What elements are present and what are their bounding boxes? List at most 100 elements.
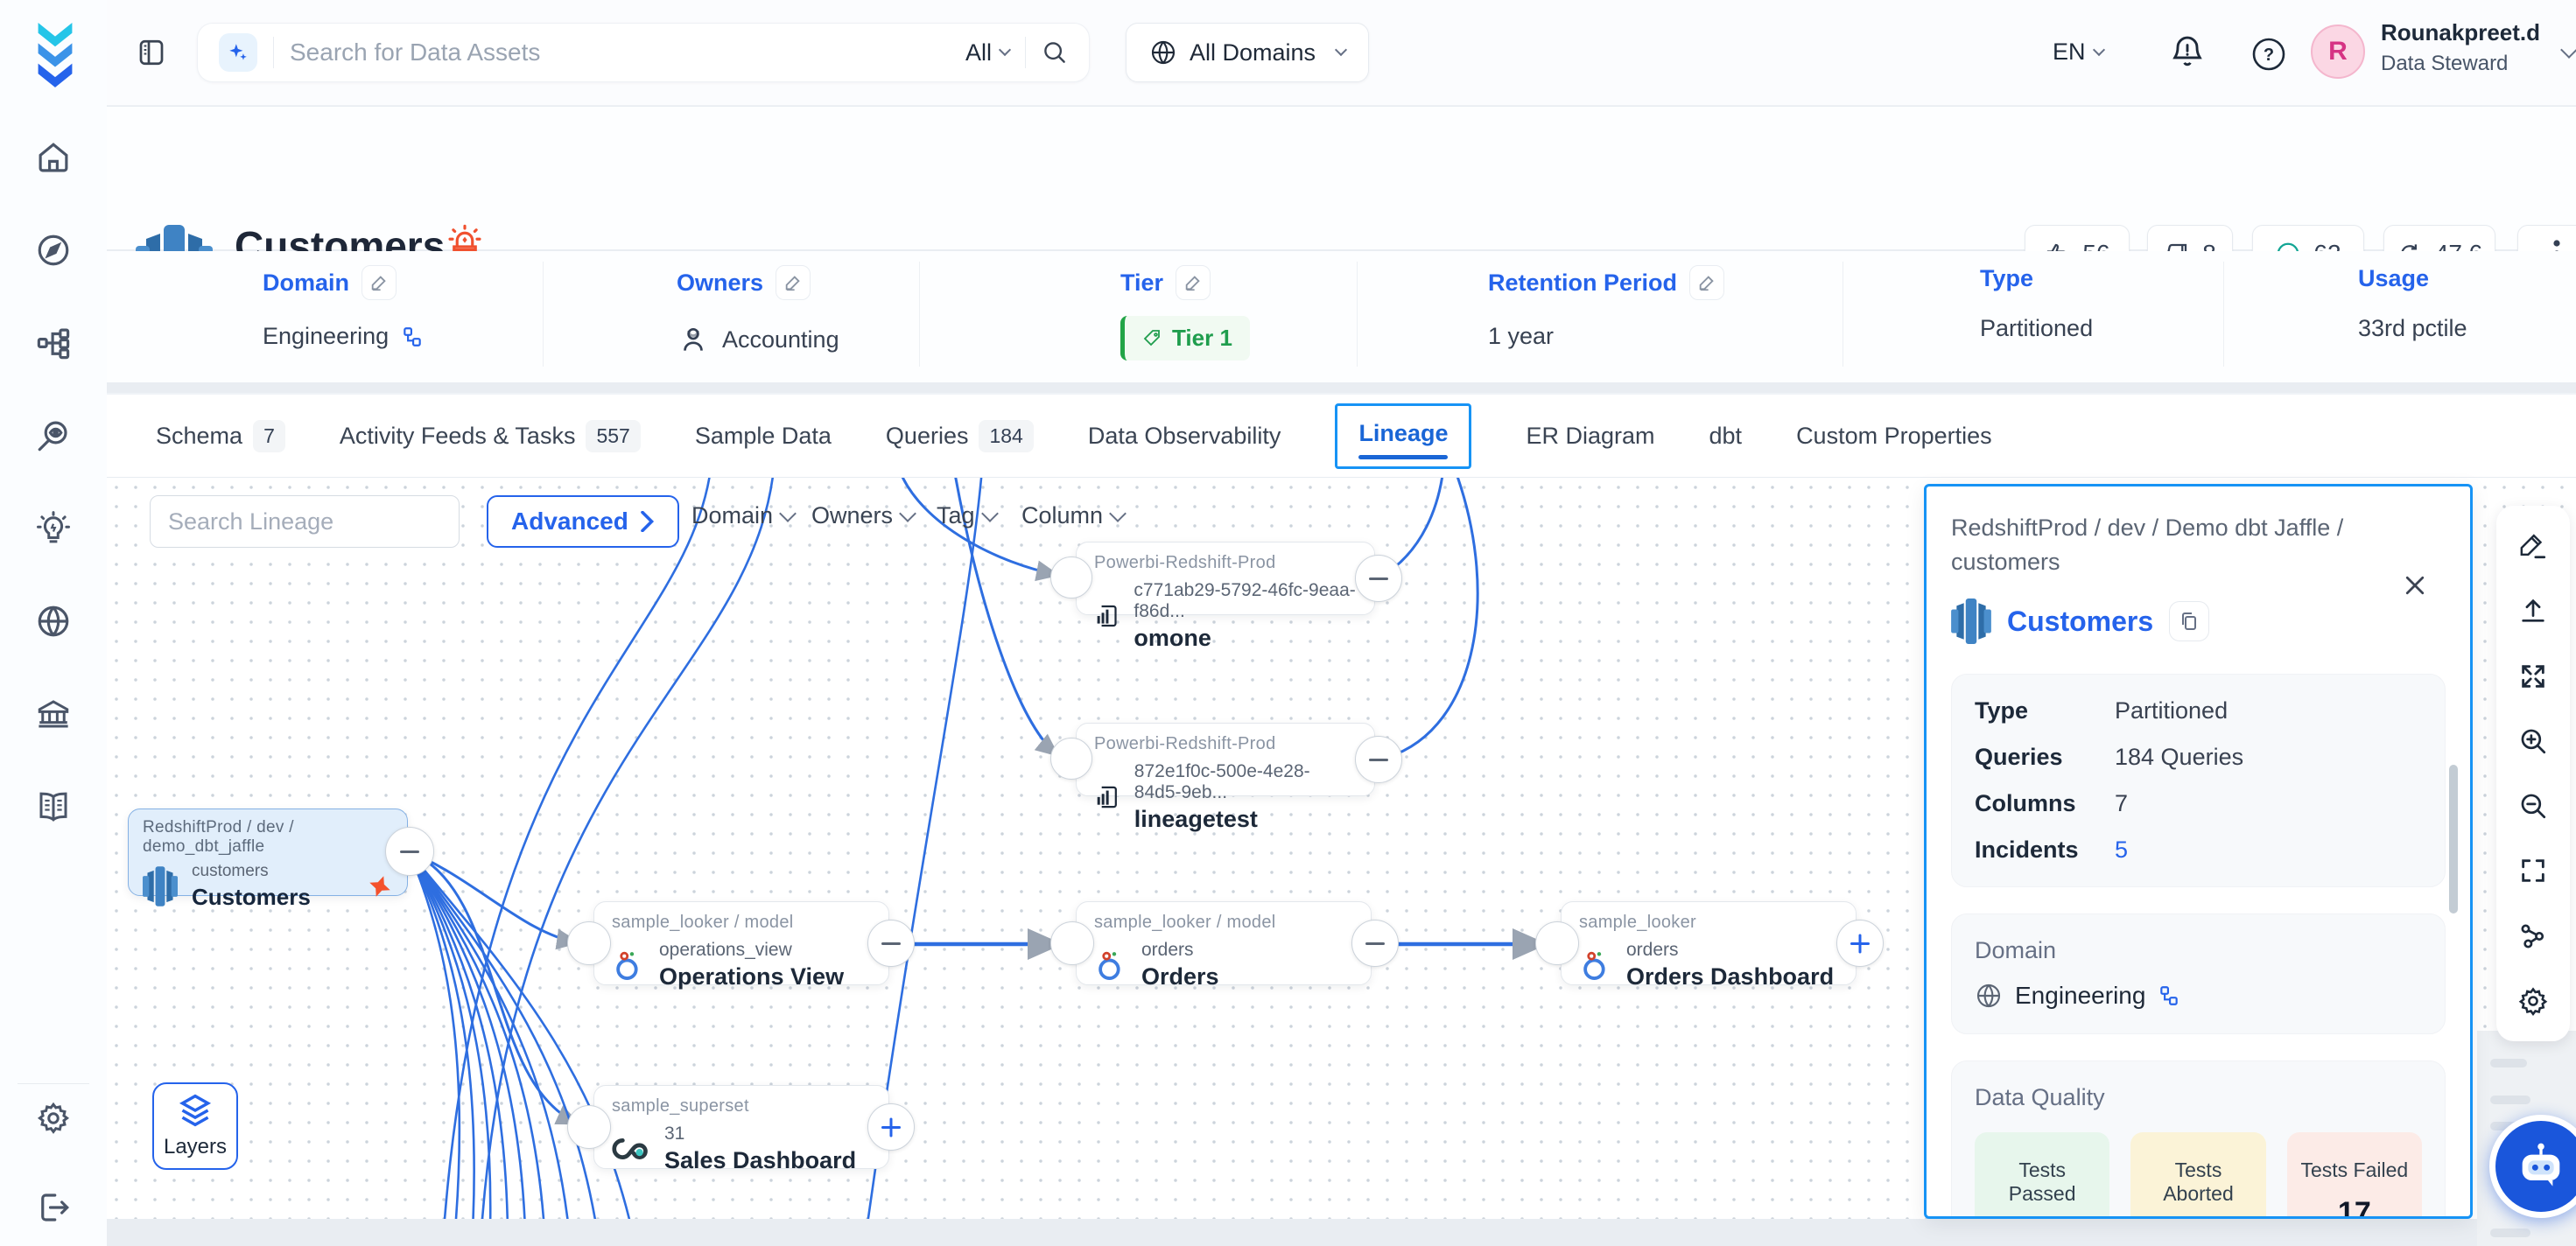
tab-queries[interactable]: Queries184 — [886, 420, 1034, 452]
global-search[interactable]: All — [197, 23, 1090, 82]
panel-scrollbar[interactable] — [2449, 765, 2458, 914]
edit-owners-icon[interactable] — [776, 265, 811, 300]
lineage-search[interactable] — [150, 495, 460, 548]
tab-dbt[interactable]: dbt — [1709, 423, 1743, 450]
owners-value[interactable]: Accounting — [722, 326, 839, 354]
nav-explore-icon[interactable] — [34, 231, 73, 270]
node-left-handle[interactable] — [567, 1105, 611, 1149]
nav-settings-icon[interactable] — [34, 1099, 73, 1138]
copy-icon[interactable] — [2169, 601, 2209, 641]
edit-lineage-icon[interactable] — [2517, 530, 2549, 562]
lineage-config-icon[interactable] — [2517, 920, 2549, 952]
domain-value[interactable]: Engineering — [263, 323, 389, 350]
lineage-node-orders-dashboard[interactable]: sample_looker orders Orders Dashboard — [1561, 901, 1857, 985]
svg-text:?: ? — [2264, 46, 2274, 65]
help-icon[interactable]: ? — [2251, 37, 2286, 72]
global-search-input[interactable] — [290, 38, 950, 66]
export-lineage-icon[interactable] — [2517, 595, 2549, 626]
layers-button[interactable]: Layers — [152, 1082, 238, 1170]
user-menu[interactable]: Rounakpreet.d Data Steward — [2381, 19, 2540, 76]
tier-badge[interactable]: Tier 1 — [1120, 316, 1250, 360]
tag-filter-dropdown[interactable]: Tag — [937, 502, 996, 529]
all-domains-dropdown[interactable]: All Domains — [1126, 23, 1369, 82]
collapse-handle[interactable] — [867, 920, 915, 967]
language-dropdown[interactable]: EN — [2053, 38, 2103, 66]
tests-passed-tile[interactable]: Tests Passed21 — [1975, 1132, 2109, 1219]
tab-lineage[interactable]: Lineage — [1335, 403, 1471, 469]
fullscreen-icon[interactable] — [2517, 855, 2549, 886]
search-icon[interactable] — [1042, 39, 1068, 66]
lineage-node-customers[interactable]: RedshiftProd / dev / demo_dbt_jaffle cus… — [128, 808, 408, 896]
zoom-out-icon[interactable] — [2517, 790, 2549, 822]
tests-failed-tile[interactable]: Tests Failed17 — [2287, 1132, 2422, 1219]
retention-value: 1 year — [1488, 323, 1554, 350]
tag-icon — [1142, 328, 1163, 349]
panel-data-quality-card: Data Quality Tests Passed21 Tests Aborte… — [1951, 1060, 2446, 1219]
entity-metadata-strip: Domain Engineering Owners Accounting Tie… — [0, 251, 2576, 382]
nav-govern-icon[interactable] — [34, 695, 73, 733]
data-quality-label: Data Quality — [1975, 1084, 2422, 1111]
node-left-handle[interactable] — [1050, 738, 1092, 780]
collapse-upstream-handle[interactable] — [1355, 555, 1402, 602]
summary-incidents-label: Incidents — [1975, 836, 2115, 864]
sidebar-toggle-icon[interactable] — [136, 37, 167, 68]
app-logo[interactable] — [26, 19, 84, 88]
nav-domains-icon[interactable] — [34, 602, 73, 640]
lineage-node-lineagetest[interactable]: Powerbi-Redshift-Prod 872e1f0c-500e-4e28… — [1076, 723, 1375, 796]
panel-domain-value[interactable]: Engineering — [2015, 982, 2145, 1010]
lineage-node-sales-dashboard[interactable]: sample_superset 31 Sales Dashboard — [593, 1085, 889, 1169]
nav-lineage-icon[interactable] — [34, 324, 73, 362]
tests-aborted-tile[interactable]: Tests Aborted1 — [2130, 1132, 2265, 1219]
lineage-node-omone[interactable]: Powerbi-Redshift-Prod c771ab29-5792-46fc… — [1076, 542, 1375, 615]
node-left-handle[interactable] — [567, 921, 611, 965]
fit-view-icon[interactable] — [2517, 661, 2549, 692]
column-filter-dropdown[interactable]: Column — [1021, 502, 1124, 529]
panel-domain-card: Domain Engineering — [1951, 914, 2446, 1034]
nav-insights-icon[interactable] — [34, 509, 73, 548]
node-left-handle[interactable] — [1535, 921, 1579, 965]
zoom-in-icon[interactable] — [2517, 725, 2549, 757]
node-left-handle[interactable] — [1050, 921, 1094, 965]
tab-custom-properties[interactable]: Custom Properties — [1796, 423, 1992, 450]
node-left-handle[interactable] — [1050, 556, 1092, 598]
page-footer-strip — [0, 1219, 2576, 1246]
edit-domain-icon[interactable] — [361, 265, 397, 300]
advanced-lineage-button[interactable]: Advanced — [487, 495, 679, 548]
notifications-bell-icon[interactable] — [2169, 33, 2206, 72]
nav-logout-icon[interactable] — [34, 1188, 73, 1227]
tab-activity-feeds[interactable]: Activity Feeds & Tasks557 — [340, 420, 641, 452]
tier-value: Tier 1 — [1172, 325, 1232, 352]
tab-data-observability[interactable]: Data Observability — [1088, 423, 1281, 450]
tab-schema[interactable]: Schema7 — [156, 420, 285, 452]
panel-entity-link[interactable]: Customers — [2007, 606, 2153, 638]
expand-downstream-handle[interactable] — [1836, 920, 1884, 967]
nav-glossary-icon[interactable] — [34, 788, 73, 826]
panel-breadcrumb[interactable]: RedshiftProd / dev / Demo dbt Jaffle / c… — [1951, 511, 2371, 579]
search-scope-dropdown[interactable]: All — [965, 39, 1009, 66]
settings-icon[interactable] — [2517, 985, 2549, 1017]
nav-home-icon[interactable] — [34, 138, 73, 177]
lineage-node-operations-view[interactable]: sample_looker / model operations_view Op… — [593, 901, 889, 985]
user-avatar[interactable]: R — [2311, 24, 2365, 79]
collapse-upstream-handle[interactable] — [1355, 736, 1402, 783]
node-service: sample_looker — [1579, 913, 1838, 933]
owners-filter-dropdown[interactable]: Owners — [811, 502, 914, 529]
summary-incidents-link[interactable]: 5 — [2115, 836, 2128, 864]
summary-columns-label: Columns — [1975, 790, 2115, 817]
nav-observability-icon[interactable] — [34, 416, 73, 455]
lineage-search-input[interactable] — [168, 508, 478, 536]
close-panel-icon[interactable] — [2402, 572, 2428, 598]
ai-sparkle-icon[interactable] — [219, 33, 257, 72]
expand-downstream-handle[interactable] — [867, 1103, 915, 1151]
retention-label: Retention Period — [1488, 270, 1677, 297]
edit-retention-icon[interactable] — [1689, 265, 1724, 300]
tab-er-diagram[interactable]: ER Diagram — [1526, 423, 1654, 450]
user-menu-chevron-icon[interactable] — [2560, 41, 2576, 59]
domain-filter-dropdown[interactable]: Domain — [691, 502, 794, 529]
collapse-handle[interactable] — [1351, 920, 1399, 967]
collapse-downstream-handle[interactable] — [385, 827, 434, 876]
tab-sample-data[interactable]: Sample Data — [695, 423, 832, 450]
edit-tier-icon[interactable] — [1176, 265, 1211, 300]
node-name: Customers — [192, 884, 353, 911]
lineage-node-orders[interactable]: sample_looker / model orders Orders — [1076, 901, 1372, 985]
